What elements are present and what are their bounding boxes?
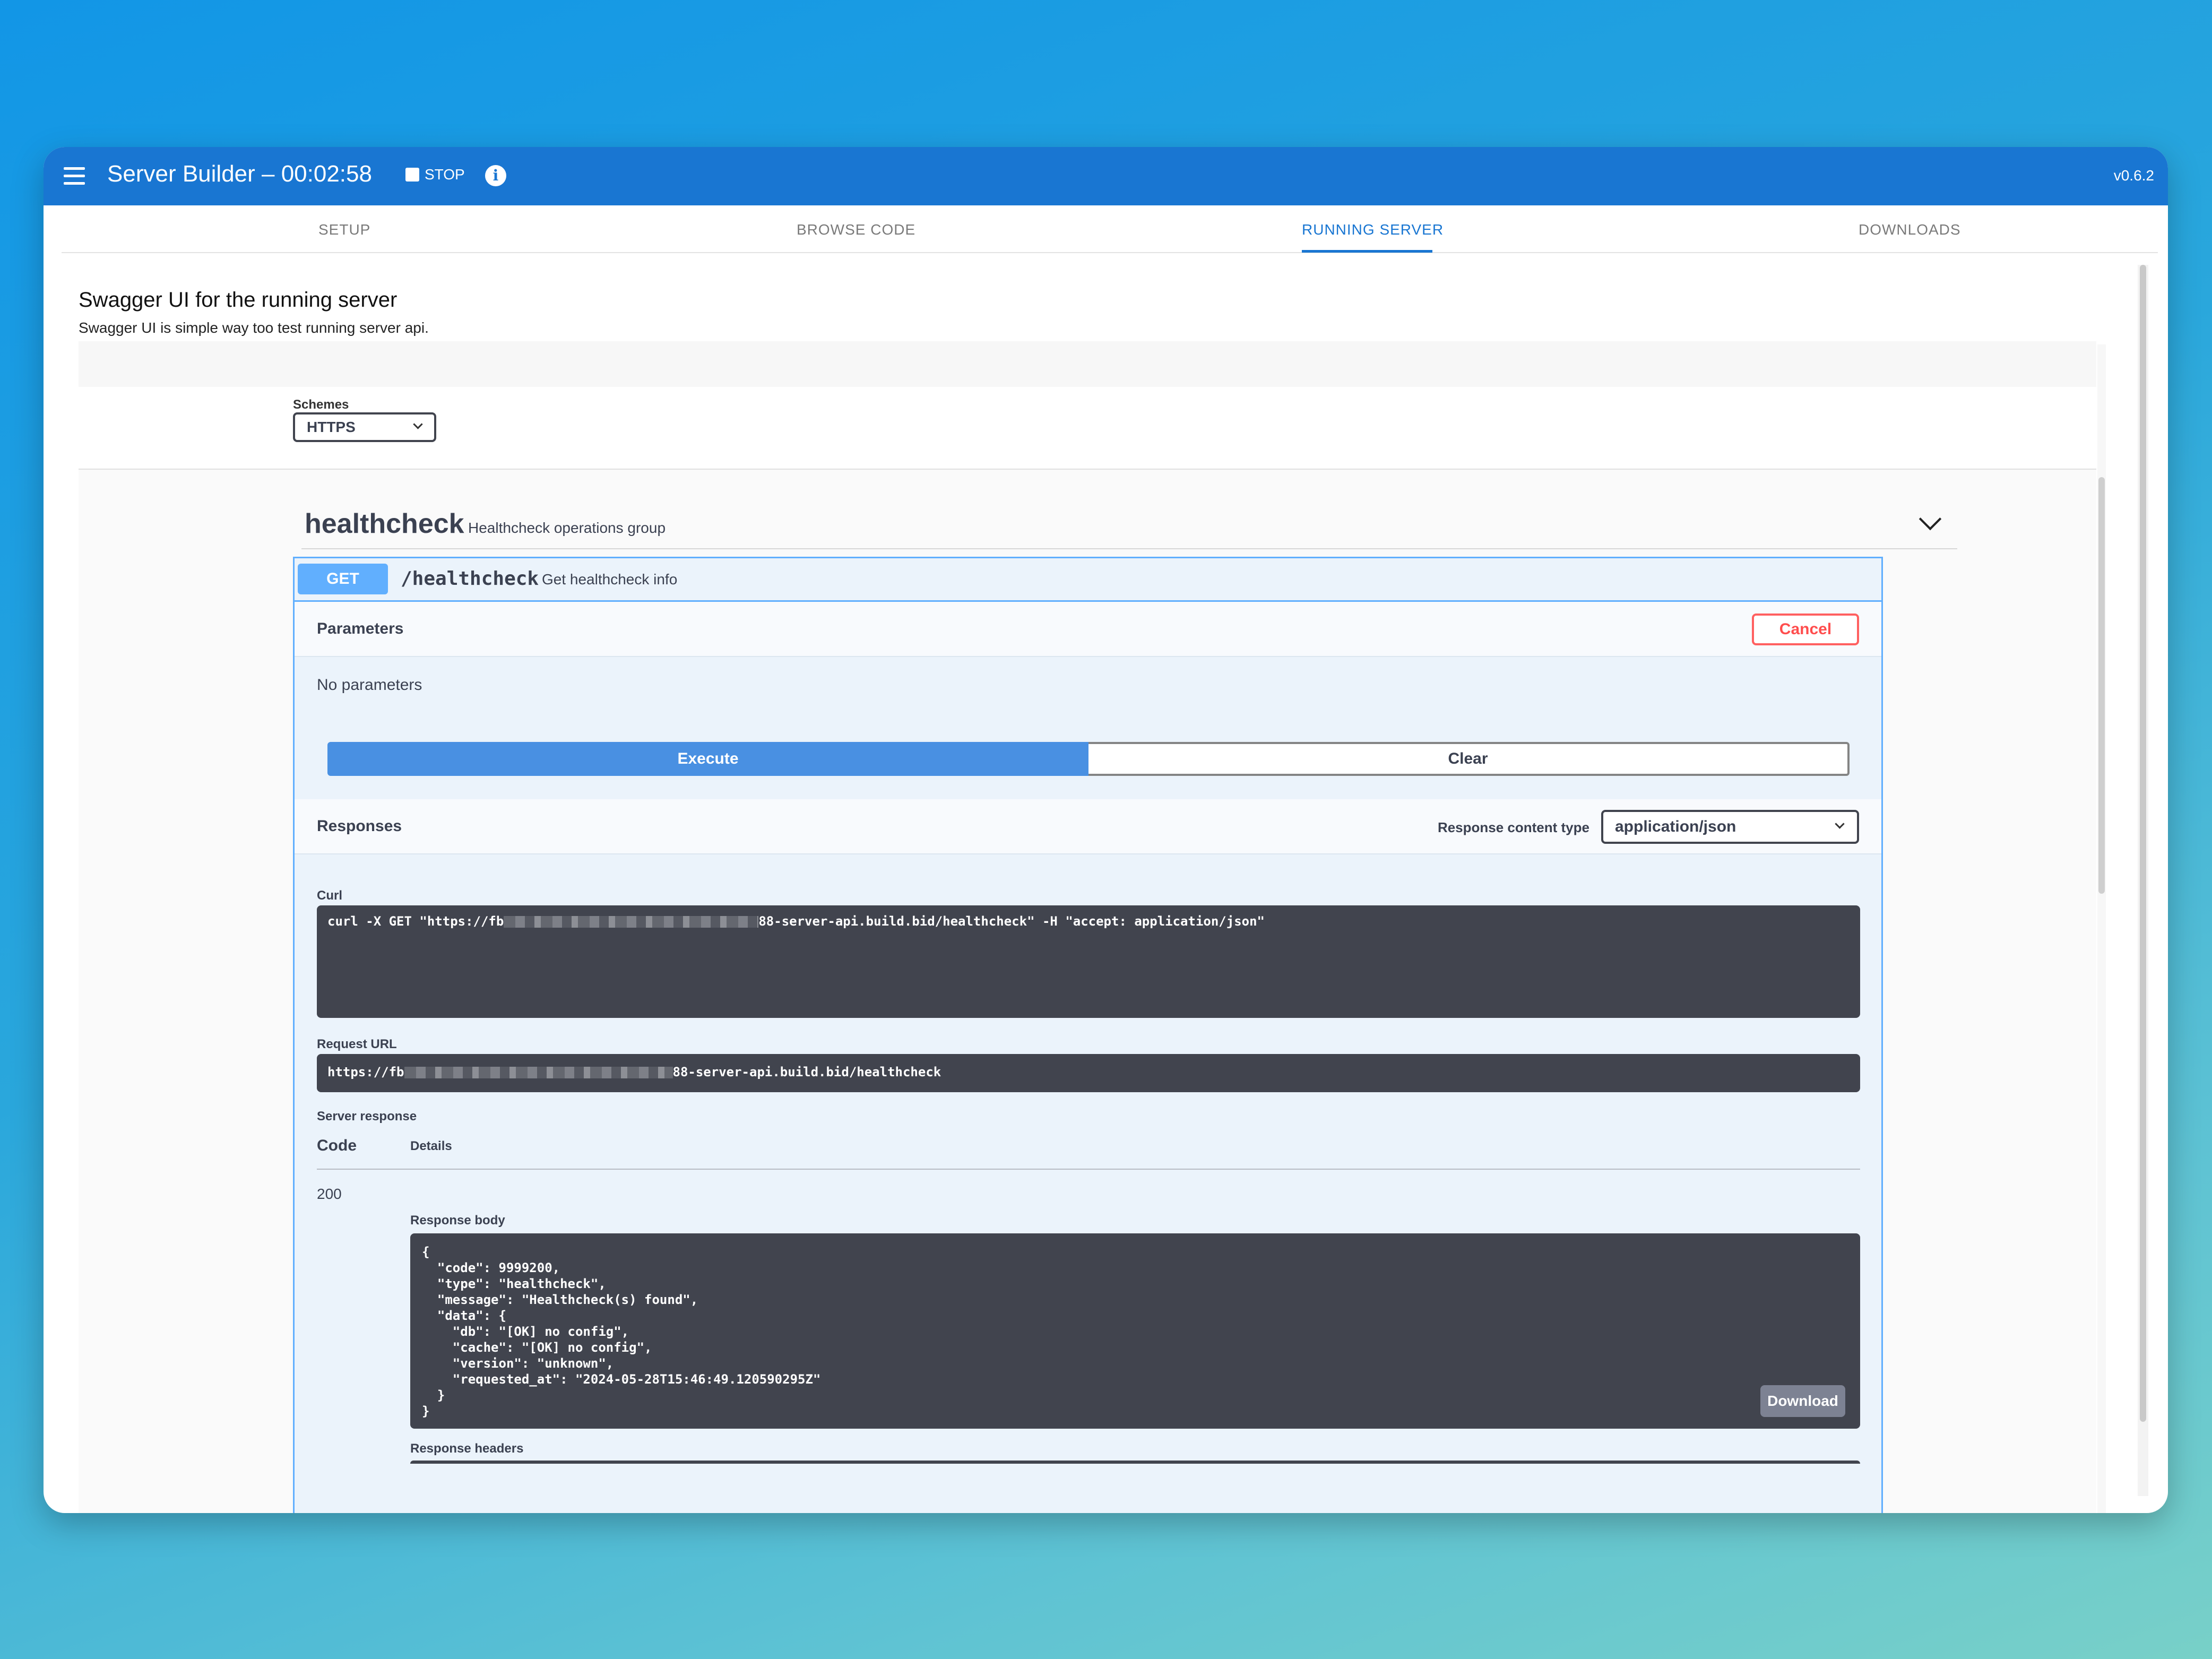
- tag-name: healthcheck: [305, 508, 464, 539]
- clear-button[interactable]: Clear: [1088, 742, 1850, 776]
- swagger-topbar: [79, 341, 2096, 387]
- app-bar: Server Builder – 00:02:58 STOP i v0.6.2: [44, 147, 2168, 205]
- response-body-json: { "code": 9999200, "type": "healthcheck"…: [422, 1245, 821, 1419]
- cancel-button[interactable]: Cancel: [1752, 614, 1859, 645]
- page-scrollbar-thumb[interactable]: [2140, 265, 2146, 1422]
- request-url-block[interactable]: https://fb 88-server-api.build.bid/health…: [317, 1054, 1860, 1092]
- curl-prefix: curl -X GET "https://fb: [327, 914, 504, 929]
- execute-button-row: Execute Clear: [327, 742, 1850, 776]
- redacted-host: [504, 916, 759, 928]
- tab-browse-code[interactable]: BROWSE CODE: [797, 205, 915, 252]
- parameters-title: Parameters: [317, 620, 404, 637]
- page-scrollbar[interactable]: [2138, 265, 2148, 1496]
- operation-description: Get healthcheck info: [542, 571, 678, 587]
- response-content-type-select[interactable]: application/json: [1601, 810, 1859, 844]
- page-title: Swagger UI for the running server: [79, 288, 398, 312]
- response-body-block[interactable]: { "code": 9999200, "type": "healthcheck"…: [410, 1233, 1860, 1429]
- operations-area: healthcheck Healthcheck operations group…: [79, 470, 2096, 1513]
- response-body-label: Response body: [410, 1213, 505, 1228]
- tab-running-server[interactable]: RUNNING SERVER: [1302, 205, 1444, 252]
- response-content-type-value: application/json: [1615, 818, 1736, 835]
- method-badge: GET: [298, 564, 388, 594]
- response-content-type-label: Response content type: [1437, 819, 1589, 835]
- operation-block: GET /healthcheck Get healthcheck info Pa…: [293, 557, 1883, 1513]
- chevron-down-icon: [1835, 819, 1845, 829]
- request-url-suffix: 88-server-api.build.bid/healthcheck: [672, 1065, 941, 1079]
- operation-summary[interactable]: GET /healthcheck Get healthcheck info: [295, 558, 1881, 602]
- execute-button[interactable]: Execute: [327, 742, 1088, 776]
- table-divider: [317, 1169, 1860, 1170]
- schemes-value: HTTPS: [307, 419, 356, 435]
- request-url-prefix: https://fb: [327, 1065, 404, 1079]
- tag-healthcheck[interactable]: healthcheck Healthcheck operations group: [301, 500, 1957, 549]
- tab-setup[interactable]: SETUP: [318, 205, 370, 252]
- info-icon[interactable]: i: [485, 165, 506, 186]
- page-subtitle: Swagger UI is simple way too test runnin…: [79, 319, 429, 336]
- app-window: Server Builder – 00:02:58 STOP i v0.6.2 …: [44, 147, 2168, 1513]
- responses-header: Responses Response content type applicat…: [295, 799, 1881, 854]
- swagger-scrollbar[interactable]: [2097, 344, 2106, 1513]
- response-headers-block: [410, 1461, 1860, 1464]
- parameters-header: Parameters Cancel: [295, 602, 1881, 657]
- stop-button[interactable]: STOP: [405, 166, 465, 183]
- app-title: Server Builder – 00:02:58: [107, 161, 372, 187]
- code-column-header: Code: [317, 1137, 357, 1154]
- request-url-label: Request URL: [317, 1037, 397, 1051]
- details-column-header: Details: [410, 1139, 452, 1153]
- tab-downloads[interactable]: DOWNLOADS: [1859, 205, 1961, 252]
- active-tab-indicator: [1302, 250, 1432, 253]
- operation-path: /healthcheck: [401, 568, 539, 590]
- hamburger-menu-icon[interactable]: [64, 167, 85, 185]
- response-code: 200: [317, 1186, 342, 1202]
- stop-square-icon: [405, 168, 419, 182]
- responses-title: Responses: [317, 817, 402, 835]
- stop-label: STOP: [425, 166, 465, 183]
- curl-suffix: 88-server-api.build.bid/healthcheck" -H …: [758, 914, 1265, 929]
- server-response-label: Server response: [317, 1109, 417, 1124]
- swagger-ui: Schemes HTTPS healthcheck Healthcheck op…: [79, 341, 2096, 1513]
- curl-label: Curl: [317, 888, 342, 903]
- redacted-host: [404, 1067, 673, 1078]
- curl-code-block[interactable]: curl -X GET "https://fb 88-server-api.bui…: [317, 905, 1860, 1018]
- version-label: v0.6.2: [2113, 167, 2154, 184]
- tab-bar: SETUP BROWSE CODE RUNNING SERVER DOWNLOA…: [62, 205, 2158, 253]
- download-button[interactable]: Download: [1760, 1385, 1845, 1417]
- main-content: Swagger UI for the running server Swagge…: [44, 253, 2168, 1513]
- swagger-scrollbar-thumb[interactable]: [2098, 477, 2105, 894]
- response-headers-label: Response headers: [410, 1441, 524, 1456]
- schemes-select[interactable]: HTTPS: [293, 412, 436, 442]
- chevron-down-icon: [413, 419, 423, 429]
- tag-description: Healthcheck operations group: [468, 520, 666, 536]
- chevron-down-icon[interactable]: [1919, 507, 1942, 531]
- no-parameters-text: No parameters: [317, 676, 422, 694]
- schemes-label: Schemes: [293, 398, 349, 412]
